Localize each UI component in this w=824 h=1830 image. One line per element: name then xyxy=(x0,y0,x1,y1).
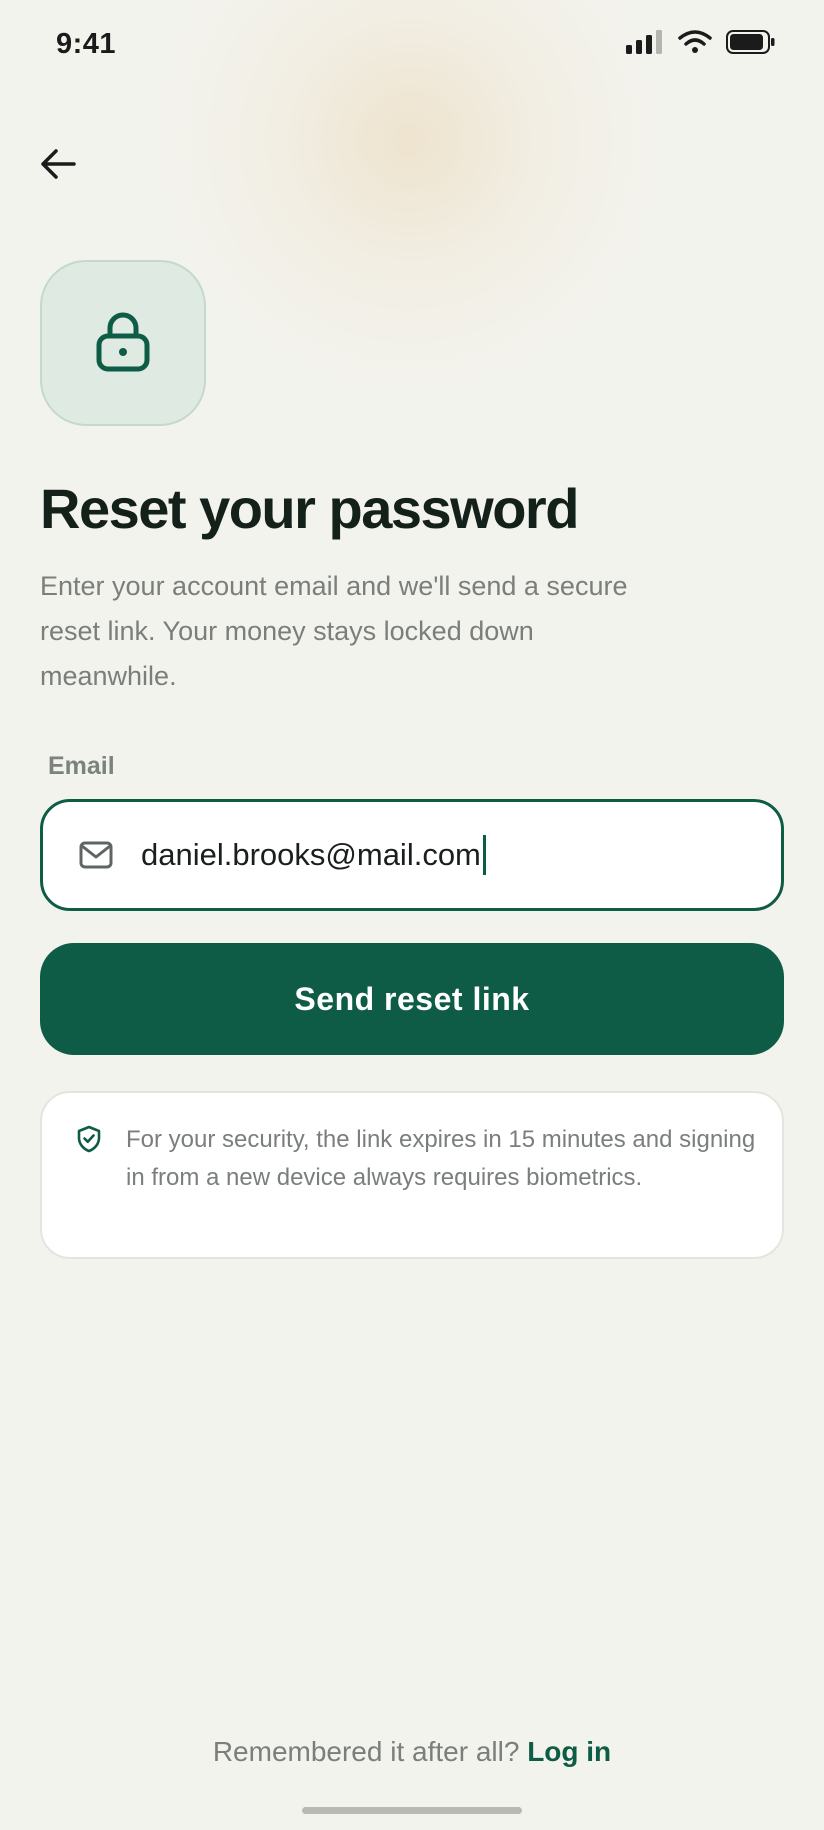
email-text: daniel.brooks@mail.com xyxy=(141,837,481,872)
status-bar: 9:41 xyxy=(0,0,824,90)
send-reset-link-button[interactable]: Send reset link xyxy=(40,943,784,1055)
back-button[interactable] xyxy=(34,136,82,196)
status-icons xyxy=(626,30,776,59)
page-subtitle: Enter your account email and we'll send … xyxy=(40,571,628,691)
lock-tile xyxy=(40,260,206,426)
page-title: Reset your password xyxy=(40,477,579,540)
battery-icon xyxy=(726,30,776,59)
status-time: 9:41 xyxy=(56,28,117,60)
home-indicator xyxy=(302,1807,522,1814)
lock-icon xyxy=(96,310,150,377)
mail-icon xyxy=(79,840,113,870)
email-input-value[interactable]: daniel.brooks@mail.com xyxy=(141,835,486,875)
email-label: Email xyxy=(48,752,115,780)
security-note-card: For your security, the link expires in 1… xyxy=(40,1091,784,1259)
email-field[interactable]: daniel.brooks@mail.com xyxy=(40,799,784,911)
arrow-left-icon xyxy=(40,148,76,185)
login-link[interactable]: Log in xyxy=(527,1736,611,1767)
text-cursor xyxy=(482,835,486,875)
wifi-icon xyxy=(678,30,712,59)
signal-icon xyxy=(626,30,664,59)
shield-check-icon xyxy=(76,1125,102,1153)
footer: Remembered it after all? Log in xyxy=(0,1736,824,1768)
security-note-text: For your security, the link expires in 1… xyxy=(126,1126,756,1191)
footer-prompt: Remembered it after all? xyxy=(212,1736,520,1767)
